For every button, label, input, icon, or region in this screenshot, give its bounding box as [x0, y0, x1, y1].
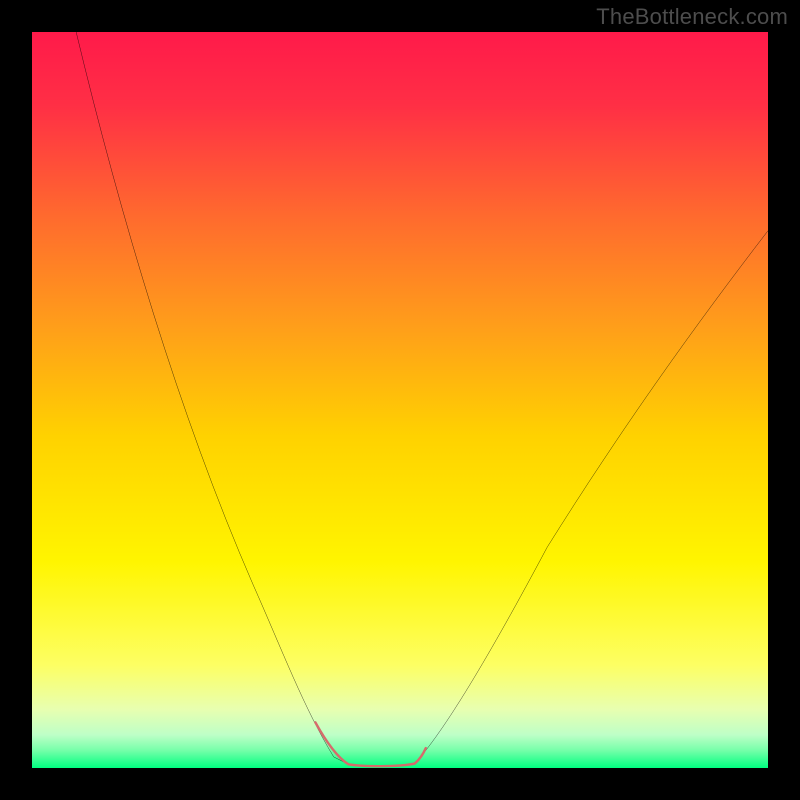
plot-area [32, 32, 768, 768]
chart-curve-layer [32, 32, 768, 768]
curve-right-arm [415, 231, 768, 764]
outer-frame: TheBottleneck.com [0, 0, 800, 800]
curve-left-arm [76, 32, 348, 764]
watermark-text: TheBottleneck.com [596, 4, 788, 30]
highlight-overlay [315, 722, 425, 766]
